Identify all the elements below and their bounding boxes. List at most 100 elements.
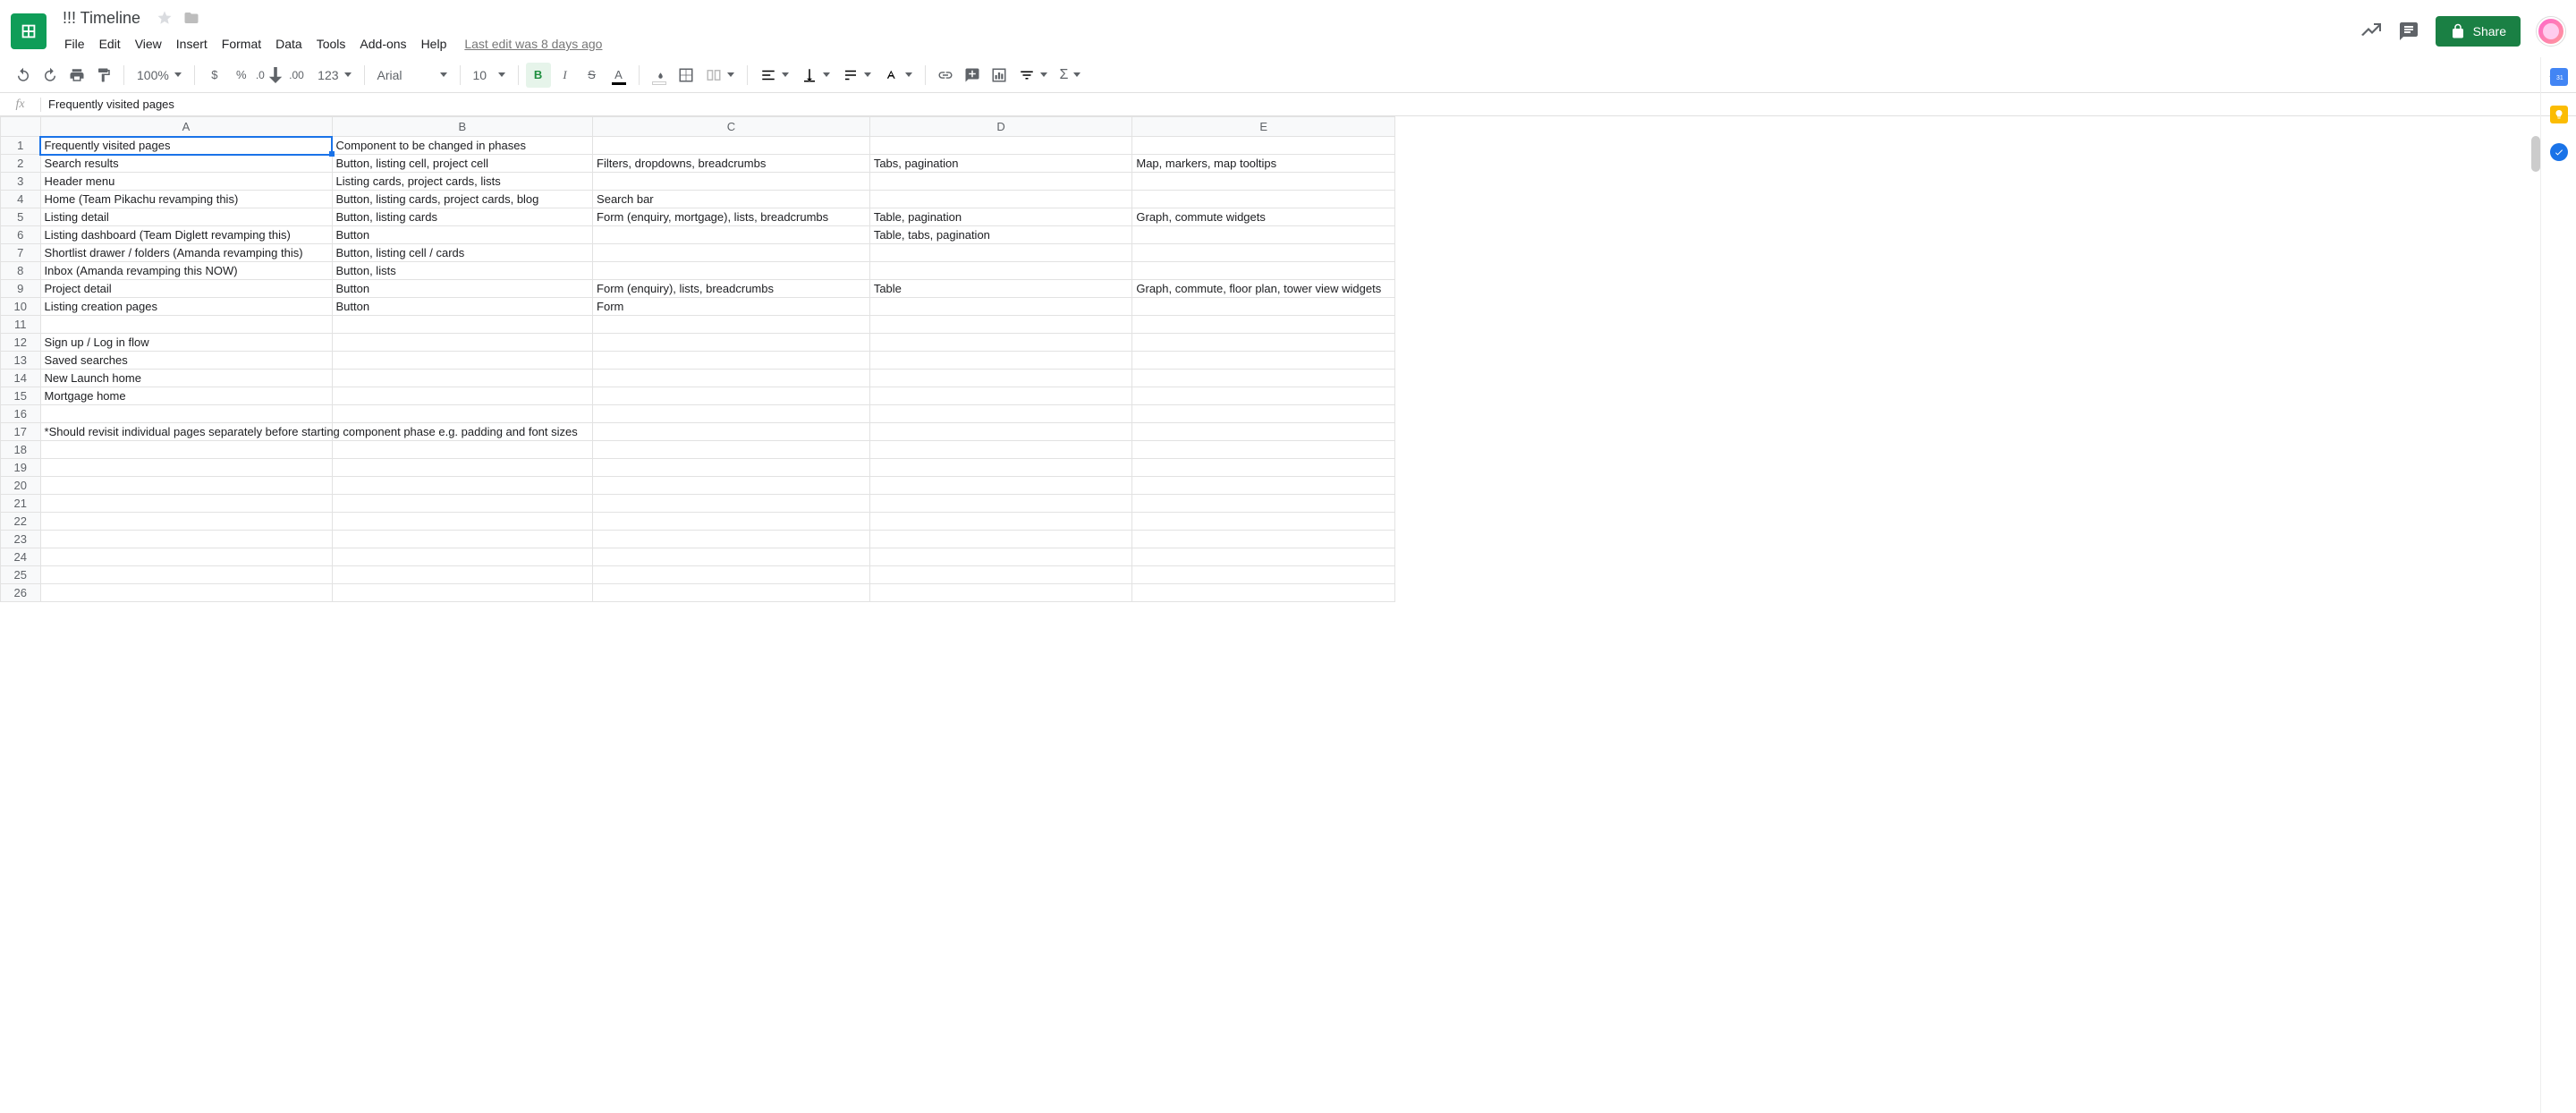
account-avatar[interactable] xyxy=(2537,17,2565,46)
cell-D8[interactable] xyxy=(869,262,1132,280)
cell-B12[interactable] xyxy=(332,334,593,352)
cell-C11[interactable] xyxy=(593,316,870,334)
undo-button[interactable] xyxy=(11,63,36,88)
col-header-A[interactable]: A xyxy=(40,117,332,137)
cell-C3[interactable] xyxy=(593,173,870,191)
col-header-C[interactable]: C xyxy=(593,117,870,137)
cell-B3[interactable]: Listing cards, project cards, lists xyxy=(332,173,593,191)
cell-B14[interactable] xyxy=(332,370,593,387)
insert-chart-button[interactable] xyxy=(987,63,1012,88)
menu-data[interactable]: Data xyxy=(268,33,309,55)
cell-D16[interactable] xyxy=(869,405,1132,423)
cell-E25[interactable] xyxy=(1132,566,1395,584)
star-icon[interactable] xyxy=(157,10,173,26)
cell-D10[interactable] xyxy=(869,298,1132,316)
cell-D5[interactable]: Table, pagination xyxy=(869,208,1132,226)
cell-B18[interactable] xyxy=(332,441,593,459)
borders-button[interactable] xyxy=(674,63,699,88)
cell-E7[interactable] xyxy=(1132,244,1395,262)
cell-A10[interactable]: Listing creation pages xyxy=(40,298,332,316)
cell-C7[interactable] xyxy=(593,244,870,262)
row-header-25[interactable]: 25 xyxy=(1,566,41,584)
last-edit-link[interactable]: Last edit was 8 days ago xyxy=(464,37,602,51)
cell-C5[interactable]: Form (enquiry, mortgage), lists, breadcr… xyxy=(593,208,870,226)
fill-color-button[interactable] xyxy=(647,63,672,88)
cell-B2[interactable]: Button, listing cell, project cell xyxy=(332,155,593,173)
functions-dropdown[interactable]: Σ xyxy=(1055,63,1087,88)
cell-D4[interactable] xyxy=(869,191,1132,208)
cell-E12[interactable] xyxy=(1132,334,1395,352)
cell-A17[interactable]: *Should revisit individual pages separat… xyxy=(40,423,332,441)
cell-E24[interactable] xyxy=(1132,548,1395,566)
row-header-24[interactable]: 24 xyxy=(1,548,41,566)
cell-E21[interactable] xyxy=(1132,495,1395,513)
cell-E23[interactable] xyxy=(1132,531,1395,548)
redo-button[interactable] xyxy=(38,63,63,88)
cell-B11[interactable] xyxy=(332,316,593,334)
cell-C22[interactable] xyxy=(593,513,870,531)
menu-view[interactable]: View xyxy=(128,33,169,55)
cell-B22[interactable] xyxy=(332,513,593,531)
formula-input[interactable]: Frequently visited pages xyxy=(41,98,2576,111)
menu-file[interactable]: File xyxy=(57,33,92,55)
cell-D6[interactable]: Table, tabs, pagination xyxy=(869,226,1132,244)
cell-B15[interactable] xyxy=(332,387,593,405)
cell-E10[interactable] xyxy=(1132,298,1395,316)
cell-A4[interactable]: Home (Team Pikachu revamping this) xyxy=(40,191,332,208)
format-percent-button[interactable]: % xyxy=(229,63,254,88)
cell-E3[interactable] xyxy=(1132,173,1395,191)
cell-C6[interactable] xyxy=(593,226,870,244)
cell-B1[interactable]: Component to be changed in phases xyxy=(332,137,593,155)
cell-D20[interactable] xyxy=(869,477,1132,495)
cell-E8[interactable] xyxy=(1132,262,1395,280)
row-header-15[interactable]: 15 xyxy=(1,387,41,405)
cell-D3[interactable] xyxy=(869,173,1132,191)
cell-A26[interactable] xyxy=(40,584,332,602)
cell-C9[interactable]: Form (enquiry), lists, breadcrumbs xyxy=(593,280,870,298)
cell-D12[interactable] xyxy=(869,334,1132,352)
number-format-dropdown[interactable]: 123 xyxy=(312,63,356,88)
cell-A24[interactable] xyxy=(40,548,332,566)
menu-addons[interactable]: Add-ons xyxy=(352,33,413,55)
menu-tools[interactable]: Tools xyxy=(309,33,353,55)
cell-E5[interactable]: Graph, commute widgets xyxy=(1132,208,1395,226)
merge-cells-dropdown[interactable] xyxy=(700,63,740,88)
zoom-dropdown[interactable]: 100% xyxy=(131,63,187,88)
cell-C4[interactable]: Search bar xyxy=(593,191,870,208)
row-header-5[interactable]: 5 xyxy=(1,208,41,226)
cell-E20[interactable] xyxy=(1132,477,1395,495)
share-button[interactable]: Share xyxy=(2436,16,2521,47)
menu-edit[interactable]: Edit xyxy=(92,33,128,55)
cell-D18[interactable] xyxy=(869,441,1132,459)
cell-B26[interactable] xyxy=(332,584,593,602)
cell-E1[interactable] xyxy=(1132,137,1395,155)
cell-C26[interactable] xyxy=(593,584,870,602)
bold-button[interactable]: B xyxy=(526,63,551,88)
cell-A7[interactable]: Shortlist drawer / folders (Amanda revam… xyxy=(40,244,332,262)
cell-A14[interactable]: New Launch home xyxy=(40,370,332,387)
cell-C17[interactable] xyxy=(593,423,870,441)
cell-A5[interactable]: Listing detail xyxy=(40,208,332,226)
insert-link-button[interactable] xyxy=(933,63,958,88)
row-header-19[interactable]: 19 xyxy=(1,459,41,477)
row-header-20[interactable]: 20 xyxy=(1,477,41,495)
cell-C19[interactable] xyxy=(593,459,870,477)
cell-A9[interactable]: Project detail xyxy=(40,280,332,298)
cell-D19[interactable] xyxy=(869,459,1132,477)
cell-B23[interactable] xyxy=(332,531,593,548)
decrease-decimal-button[interactable]: .0 xyxy=(256,63,284,88)
row-header-12[interactable]: 12 xyxy=(1,334,41,352)
col-header-B[interactable]: B xyxy=(332,117,593,137)
cell-B4[interactable]: Button, listing cards, project cards, bl… xyxy=(332,191,593,208)
cell-E26[interactable] xyxy=(1132,584,1395,602)
horizontal-align-dropdown[interactable] xyxy=(755,63,794,88)
cell-A12[interactable]: Sign up / Log in flow xyxy=(40,334,332,352)
cell-D11[interactable] xyxy=(869,316,1132,334)
cell-B25[interactable] xyxy=(332,566,593,584)
cell-C12[interactable] xyxy=(593,334,870,352)
cell-C18[interactable] xyxy=(593,441,870,459)
text-rotation-dropdown[interactable] xyxy=(878,63,918,88)
cell-D7[interactable] xyxy=(869,244,1132,262)
cell-C13[interactable] xyxy=(593,352,870,370)
row-header-16[interactable]: 16 xyxy=(1,405,41,423)
